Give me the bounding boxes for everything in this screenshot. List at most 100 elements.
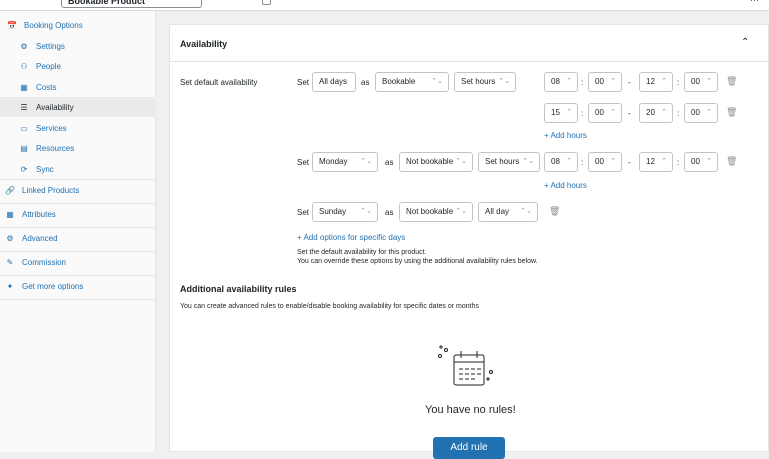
day-value: Monday (319, 157, 348, 166)
status-select[interactable]: Not bookable ⌃⌄ (399, 202, 473, 222)
tab-label: Settings (36, 41, 65, 51)
mode-value: All day (485, 207, 510, 216)
tab-label: Availability (36, 102, 74, 112)
additional-rules-desc: You can create advanced rules to enable/… (180, 303, 479, 310)
minute-to[interactable]: 00 ⌃ (684, 72, 718, 92)
divider (169, 61, 769, 62)
status-value: Bookable (382, 77, 416, 86)
help-text: Set the default availability for this pr… (297, 249, 427, 256)
tab-attributes[interactable]: ▦ Attributes (0, 204, 156, 224)
time-colon: : (677, 109, 680, 118)
stepper-icon: ⌃ (610, 78, 616, 85)
chart-icon: ▦ (20, 82, 28, 92)
mode-select[interactable]: Set hours ⌃⌄ (478, 152, 540, 172)
mode-value: Set hours (485, 157, 520, 166)
tab-label: Commission (22, 257, 67, 267)
tab-get-more-options[interactable]: ✦ Get more options (0, 276, 156, 296)
time-colon: : (581, 109, 584, 118)
minute-from[interactable]: 00 ⌃ (588, 152, 622, 172)
plug-icon: ✦ (6, 281, 14, 291)
day-select[interactable]: Monday ⌃⌄ (312, 152, 378, 172)
tab-settings[interactable]: ⚙ Settings (0, 36, 156, 56)
time-colon: : (581, 158, 584, 167)
tab-services[interactable]: ▭ Services (0, 118, 156, 138)
status-select[interactable]: Not bookable ⌃⌄ (399, 152, 473, 172)
chevron-updown-icon: ⌃⌄ (498, 78, 510, 85)
sync-icon: ⟳ (20, 164, 28, 174)
calendar-icon: 📅 (7, 20, 17, 30)
day-select[interactable]: Sunday ⌃⌄ (312, 202, 378, 222)
add-hours-link[interactable]: + Add hours (544, 131, 587, 140)
stepper-icon: ⌃ (706, 158, 712, 165)
as-label: as (385, 208, 394, 217)
add-options-link[interactable]: + Add options for specific days (297, 233, 405, 242)
hour-to[interactable]: 12 ⌃ (639, 72, 673, 92)
trash-icon[interactable]: 🗑 (726, 76, 737, 87)
product-type-select[interactable]: Bookable Product (61, 0, 202, 8)
divider (0, 299, 156, 300)
status-value: Not bookable (406, 157, 454, 166)
minute-value: 00 (691, 157, 700, 166)
tab-commission[interactable]: ✎ Commission (0, 252, 156, 272)
gear-icon: ⚙ (20, 41, 28, 51)
link-icon: 🔗 (5, 185, 15, 195)
stepper-icon: ⌃ (706, 78, 712, 85)
tab-advanced[interactable]: ⚙ Advanced (0, 228, 156, 248)
tab-label: Services (36, 123, 67, 133)
virtual-checkbox[interactable] (262, 0, 271, 5)
day-select[interactable]: All days (312, 72, 356, 92)
status-select[interactable]: Bookable ⌃⌄ (375, 72, 449, 92)
trash-icon[interactable]: 🗑 (726, 107, 737, 118)
stepper-icon: ⌃ (661, 158, 667, 165)
tab-label: Linked Products (22, 185, 80, 195)
hour-value: 15 (551, 108, 560, 117)
gear-icon[interactable]: ⋯ (750, 0, 759, 6)
tab-label: Booking Options (24, 20, 83, 30)
minute-from[interactable]: 00 ⌃ (588, 103, 622, 123)
hour-to[interactable]: 12 ⌃ (639, 152, 673, 172)
chevron-updown-icon: ⌃⌄ (360, 158, 372, 165)
chevron-updown-icon: ⌃⌄ (455, 208, 467, 215)
additional-rules-title: Additional availability rules (180, 284, 297, 294)
minute-value: 00 (691, 77, 700, 86)
mode-select[interactable]: Set hours ⌃⌄ (454, 72, 516, 92)
minute-value: 00 (595, 108, 604, 117)
minute-from[interactable]: 00 ⌃ (588, 72, 622, 92)
hour-from[interactable]: 15 ⌃ (544, 103, 578, 123)
minute-value: 00 (691, 108, 700, 117)
status-value: Not bookable (406, 207, 454, 216)
hour-from[interactable]: 08 ⌃ (544, 72, 578, 92)
tab-availability[interactable]: ☰ Availability (0, 97, 156, 117)
stepper-icon: ⌃ (661, 78, 667, 85)
tab-costs[interactable]: ▦ Costs (0, 77, 156, 97)
empty-state-text: You have no rules! (425, 404, 516, 416)
tab-linked-products[interactable]: 🔗 Linked Products (0, 180, 156, 200)
day-value: Sunday (319, 207, 347, 216)
tab-label: Get more options (22, 281, 84, 291)
stepper-icon: ⌃ (610, 158, 616, 165)
tab-people[interactable]: ⚇ People (0, 56, 156, 76)
gear-icon: ⚙ (6, 233, 14, 243)
tab-booking-options[interactable]: 📅 Booking Options (0, 15, 156, 35)
minute-to[interactable]: 00 ⌃ (684, 152, 718, 172)
set-label: Set (297, 208, 310, 217)
add-hours-link[interactable]: + Add hours (544, 181, 587, 190)
wrench-icon: ✎ (6, 257, 14, 267)
mode-select[interactable]: All day ⌃⌄ (478, 202, 538, 222)
trash-icon[interactable]: 🗑 (549, 206, 560, 217)
add-rule-button[interactable]: Add rule (433, 437, 505, 459)
section-title: Availability (180, 39, 228, 49)
time-colon: : (581, 78, 584, 87)
trash-icon[interactable]: 🗑 (726, 156, 737, 167)
minute-value: 00 (595, 157, 604, 166)
stepper-icon: ⌃ (661, 109, 667, 116)
hour-value: 20 (646, 108, 655, 117)
tab-resources[interactable]: ▤ Resources (0, 138, 156, 158)
minute-to[interactable]: 00 ⌃ (684, 103, 718, 123)
tab-sync[interactable]: ⟳ Sync (0, 159, 156, 179)
stepper-icon: ⌃ (566, 109, 572, 116)
chevron-up-icon[interactable]: ⌃ (741, 37, 749, 48)
hour-from[interactable]: 08 ⌃ (544, 152, 578, 172)
hour-to[interactable]: 20 ⌃ (639, 103, 673, 123)
hour-value: 08 (551, 77, 560, 86)
